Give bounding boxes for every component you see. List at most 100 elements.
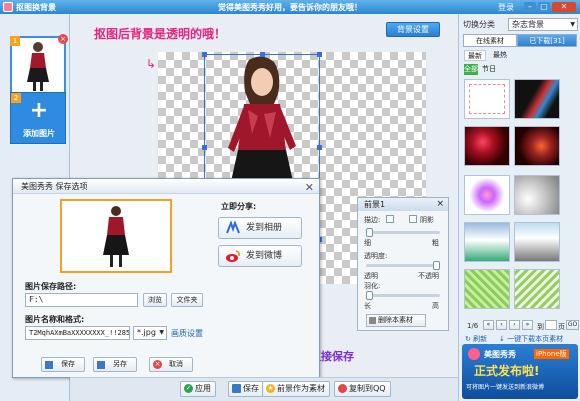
promo-banner[interactable]: 美图秀秀 iPhone版 正式发布啦! 可将图片一键发送到新浪微博 xyxy=(462,344,578,399)
shadow-checkbox[interactable] xyxy=(409,215,417,223)
material-thumbnail[interactable] xyxy=(514,126,560,166)
long-label: 长 xyxy=(364,302,371,310)
dialog-title-bar: 美图秀秀 保存选项 ✕ xyxy=(13,179,319,194)
category-select[interactable]: 杂志背景 ▼ xyxy=(508,18,578,31)
tab-online-materials[interactable]: 在线素材 xyxy=(463,34,517,47)
effects-panel-title: 前景1 × xyxy=(358,198,448,211)
chevron-down-icon: ▼ xyxy=(159,329,164,336)
login-link[interactable]: 登录 xyxy=(498,2,514,13)
share-to-album-button[interactable]: 发到相册 xyxy=(218,217,302,239)
last-page-icon[interactable]: » xyxy=(522,320,533,330)
download-page-link[interactable]: ↓ 一键下载本页素材 xyxy=(499,334,563,344)
page-indicator: 1/6 xyxy=(467,322,479,330)
check-icon: ✓ xyxy=(184,384,193,393)
page-number-input[interactable] xyxy=(545,320,557,330)
use-as-material-label: 前景作为素材 xyxy=(277,384,325,393)
promo-tag: iPhone版 xyxy=(534,349,569,359)
effects-panel-title-text: 前景1 xyxy=(364,200,386,209)
category-value: 杂志背景 xyxy=(512,20,544,29)
quality-settings-link[interactable]: 画质设置 xyxy=(171,328,203,339)
brand-logo-icon xyxy=(468,348,480,360)
save-preview xyxy=(60,199,172,273)
goto-label: 到 xyxy=(537,323,544,331)
resize-handle[interactable] xyxy=(202,52,207,57)
file-format-select[interactable]: *.jpg ▼ xyxy=(133,326,167,340)
file-format-value: *.jpg xyxy=(137,328,156,337)
copy-to-qq-button[interactable]: 复制到QQ xyxy=(334,381,391,397)
refresh-link[interactable]: ↻ 刷新 xyxy=(465,334,487,344)
dialog-save-button[interactable]: 保存 xyxy=(41,357,85,372)
go-button[interactable]: GO xyxy=(566,320,579,330)
material-thumbnail[interactable] xyxy=(514,175,560,215)
toolbar-save-button[interactable]: 保存 xyxy=(228,381,264,397)
share-to-weibo-button[interactable]: 发到微博 xyxy=(218,245,302,267)
opacity-label: 透明度: xyxy=(364,252,388,260)
toolbar-save-label: 保存 xyxy=(243,384,259,393)
browse-button[interactable]: 浏览 xyxy=(143,293,167,307)
save-path-input[interactable]: F:\ xyxy=(25,293,138,307)
prev-page-icon[interactable]: ‹ xyxy=(496,320,507,330)
delete-material-button[interactable]: 删除本素材 xyxy=(366,314,426,327)
material-thumbnail[interactable] xyxy=(464,269,510,309)
save-icon xyxy=(232,384,241,393)
material-thumbnail[interactable] xyxy=(514,269,560,309)
material-thumbnail[interactable] xyxy=(514,79,560,119)
open-folder-button[interactable]: 文件夹 xyxy=(171,293,203,307)
background-settings-button[interactable]: 背景设置 xyxy=(386,22,440,37)
qq-icon xyxy=(338,384,347,393)
high-label: 高 xyxy=(432,302,439,310)
use-as-material-button[interactable]: ★ 前景作为素材 xyxy=(262,381,330,397)
edge-width-slider[interactable] xyxy=(366,228,440,237)
effects-panel-close-icon[interactable]: × xyxy=(436,198,444,211)
slider-knob[interactable] xyxy=(366,291,373,300)
dialog-close-icon[interactable]: ✕ xyxy=(305,180,314,195)
feather-slider[interactable] xyxy=(366,291,440,300)
image-thumbnail[interactable]: 1 × xyxy=(10,34,68,94)
file-name-label: 图片名称和格式: xyxy=(25,315,85,324)
close-icon[interactable]: ✕ xyxy=(552,2,576,12)
material-thumbnail[interactable] xyxy=(464,79,510,119)
material-thumbnail[interactable] xyxy=(464,222,510,262)
slider-knob[interactable] xyxy=(433,261,440,270)
refresh-icon: ↻ xyxy=(465,335,471,343)
dialog-title: 美图秀秀 保存选项 xyxy=(21,182,88,191)
minimize-icon[interactable]: – xyxy=(524,2,536,12)
file-name-input[interactable]: T2MqhAXmBaXXXXXXXX_!!28530 xyxy=(25,326,130,340)
resize-handle[interactable] xyxy=(260,52,265,57)
category-label: 切换分类 xyxy=(463,20,495,29)
resize-handle[interactable] xyxy=(317,145,322,150)
filter-newest[interactable]: 最新 xyxy=(464,50,486,61)
page-unit-label: 页 xyxy=(558,323,565,331)
delete-material-label: 删除本素材 xyxy=(378,316,413,324)
filter-hottest[interactable]: 最热 xyxy=(489,50,511,61)
opacity-slider[interactable] xyxy=(366,261,440,270)
save-as-disk-icon xyxy=(97,361,105,369)
cancel-icon: × xyxy=(153,360,162,369)
resize-handle[interactable] xyxy=(317,52,322,57)
apply-button[interactable]: ✓ 应用 xyxy=(180,381,216,397)
remove-image-icon[interactable]: × xyxy=(58,34,68,44)
first-page-icon[interactable]: « xyxy=(483,320,494,330)
dialog-save-as-button[interactable]: 另存 xyxy=(93,357,137,372)
material-thumbnail[interactable] xyxy=(464,126,510,166)
maximize-icon[interactable]: □ xyxy=(538,2,550,12)
tab-downloaded[interactable]: 已下载[31] xyxy=(517,34,577,47)
slider-knob[interactable] xyxy=(366,228,373,237)
filter-all[interactable]: 全部 xyxy=(464,64,478,75)
title-banner: 觉得美图秀秀好用，要告诉你的朋友哦！ xyxy=(218,3,362,12)
material-thumbnail[interactable] xyxy=(514,222,560,262)
weibo-icon xyxy=(226,250,240,262)
next-page-icon[interactable]: › xyxy=(509,320,520,330)
apply-label: 应用 xyxy=(195,384,211,393)
add-image-button[interactable]: 2 + 添加图片 xyxy=(10,92,66,144)
resize-handle[interactable] xyxy=(202,145,207,150)
filter-festival[interactable]: 节日 xyxy=(479,64,499,75)
promo-footer: 可将图片一键发送到新浪微博 xyxy=(466,384,545,391)
dialog-cancel-button[interactable]: × 取消 xyxy=(149,357,193,372)
add-image-label: 添加图片 xyxy=(23,129,55,138)
material-thumbnail[interactable] xyxy=(464,175,510,215)
edge-checkbox[interactable] xyxy=(386,215,394,223)
share-weibo-label: 发到微博 xyxy=(246,251,283,261)
curved-arrow-icon: ↳ xyxy=(146,57,157,71)
shadow-label: 阴影 xyxy=(420,216,434,224)
